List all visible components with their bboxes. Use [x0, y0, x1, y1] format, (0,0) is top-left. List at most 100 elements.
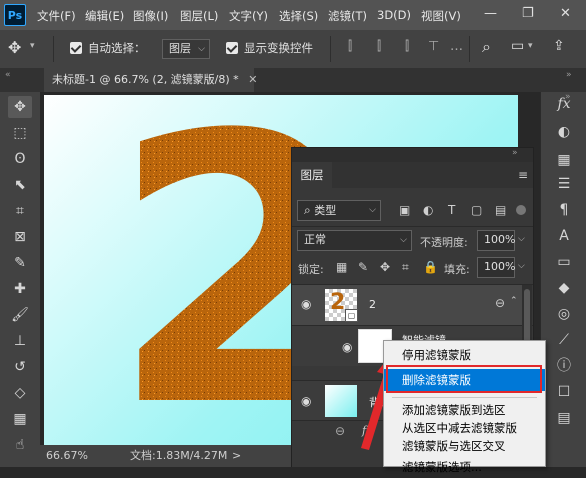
crop-tool-icon[interactable]: ⌗ — [8, 200, 32, 222]
lock-position-icon[interactable]: ✥ — [380, 260, 390, 274]
info-icon[interactable]: ⓘ — [552, 354, 576, 378]
smudge-tool-icon[interactable]: ☝ — [8, 434, 32, 456]
menu-file[interactable]: 文件(F) — [37, 8, 76, 24]
chevron-down-icon[interactable]: ⌵ — [518, 261, 525, 271]
layer-name[interactable]: 2 — [369, 298, 376, 311]
pixel-filter-icon[interactable]: ▣ — [399, 203, 410, 217]
filter-toggle[interactable] — [516, 205, 526, 215]
navigator-icon[interactable]: ☐ — [552, 380, 576, 404]
history-brush-tool-icon[interactable]: ↺ — [8, 356, 32, 378]
close-icon[interactable]: ✕ — [560, 6, 571, 21]
character-icon[interactable]: ¶ — [552, 198, 576, 222]
menu-filter[interactable]: 滤镜(T) — [328, 8, 367, 24]
photoshop-logo: Ps — [4, 4, 26, 26]
menu-view[interactable]: 视图(V) — [421, 8, 461, 24]
lasso-tool-icon[interactable]: ʘ — [8, 148, 32, 170]
eraser-tool-icon[interactable]: ◇ — [8, 382, 32, 404]
collapse-icon[interactable]: « — [5, 70, 11, 80]
zoom-level[interactable]: 66.67% — [46, 445, 88, 467]
restore-icon[interactable]: ❐ — [522, 6, 534, 21]
show-transform-checkbox[interactable] — [226, 42, 238, 54]
divider — [330, 36, 331, 62]
layers-panel-header[interactable]: » — [292, 148, 533, 162]
link-layers-icon[interactable]: ⊖ — [335, 424, 345, 438]
collapse-icon[interactable]: » — [512, 148, 518, 158]
adjustments-icon[interactable]: ◐ — [552, 120, 576, 144]
divider — [469, 36, 470, 62]
brush-tool-icon[interactable]: 🖌 — [8, 304, 32, 326]
menu-item-disable-filter-mask[interactable]: 停用滤镜蒙版 — [384, 344, 545, 366]
fx-icon[interactable]: fx — [552, 92, 576, 116]
layers-tab-bar: 图层 ≡ — [292, 162, 533, 188]
menu-edit[interactable]: 编辑(E) — [85, 8, 124, 24]
healing-tool-icon[interactable]: ✚ — [8, 278, 32, 300]
share-icon[interactable]: ⇪ — [553, 38, 565, 54]
minimize-icon[interactable]: — — [484, 6, 497, 21]
timeline-icon[interactable]: ▤ — [552, 406, 576, 430]
options-bar: ✥ ▾ 自动选择： 图层 ⌵ 显示变换控件 ⫿ ⫿ ⫿ ⊤ … ⌕ ▭ ▾ ⇪ — [0, 30, 586, 69]
history-icon[interactable]: ▭ — [552, 250, 576, 274]
chevron-up-icon[interactable]: ⌃ — [510, 296, 518, 306]
opacity-value: 100% — [484, 233, 516, 246]
eye-icon[interactable]: ◉ — [301, 394, 311, 408]
align-top-icon[interactable]: ⊤ — [428, 39, 439, 54]
align-right-icon[interactable]: ⫿ — [405, 39, 409, 54]
opacity-field[interactable]: 100% — [477, 230, 515, 251]
more-icon[interactable]: … — [450, 39, 463, 54]
expand-icon[interactable]: » — [566, 70, 572, 80]
blend-mode-dropdown[interactable]: 正常 ⌵ — [297, 230, 412, 251]
lock-transparent-icon[interactable]: ▦ — [336, 260, 347, 274]
panel-menu-icon[interactable]: ≡ — [518, 168, 528, 182]
status-menu-arrow[interactable]: > — [232, 445, 241, 467]
close-icon[interactable]: ✕ — [248, 73, 257, 86]
document-tab-bar: « 未标题-1 @ 66.7% (2, 滤镜蒙版/8) * ✕ » — [0, 68, 586, 92]
frame-tool-icon[interactable]: ⊠ — [8, 226, 32, 248]
move-tool-icon[interactable]: ✥ — [8, 96, 32, 118]
align-center-icon[interactable]: ⫿ — [377, 39, 381, 54]
type-filter-icon[interactable]: T — [448, 203, 455, 217]
layer-filter-dropdown[interactable]: ⌕ 类型 ⌵ — [297, 200, 381, 221]
chevron-down-icon: ⌵ — [400, 235, 407, 245]
menu-3d[interactable]: 3D(D) — [377, 8, 411, 22]
auto-select-target-dropdown[interactable]: 图层 ⌵ — [162, 39, 210, 59]
menu-item-intersect-mask-with-selection[interactable]: 滤镜蒙版与选区交叉 — [384, 435, 545, 457]
auto-select-checkbox[interactable] — [70, 42, 82, 54]
gradient-tool-icon[interactable]: ▦ — [8, 408, 32, 430]
layer-thumbnail-glyph: 2 — [330, 290, 346, 315]
tab-layers[interactable]: 图层 — [292, 162, 332, 188]
marquee-tool-icon[interactable]: ⬚ — [8, 122, 32, 144]
menu-type[interactable]: 文字(Y) — [229, 8, 268, 24]
channels-icon[interactable]: ◎ — [552, 302, 576, 326]
layer-row-2[interactable]: ◉ 2 ▢ 2 ⊖ ⌃ — [292, 285, 522, 325]
chevron-down-icon[interactable]: ▾ — [528, 41, 533, 51]
move-tool-icon[interactable]: ✥ — [8, 38, 21, 57]
eye-icon[interactable]: ◉ — [301, 297, 311, 311]
workspace-icon[interactable]: ▭ — [511, 38, 524, 54]
stamp-tool-icon[interactable]: ⊥ — [8, 330, 32, 352]
properties-icon[interactable]: ☰ — [552, 172, 576, 196]
layers-icon[interactable]: ◆ — [552, 276, 576, 300]
chevron-down-icon[interactable]: ▾ — [30, 41, 35, 51]
document-tab[interactable]: 未标题-1 @ 66.7% (2, 滤镜蒙版/8) * ✕ — [44, 68, 257, 92]
menu-item-filter-mask-options[interactable]: 滤镜蒙版选项... — [384, 456, 545, 478]
lock-all-icon[interactable]: 🔒 — [423, 260, 438, 274]
adjustment-filter-icon[interactable]: ◐ — [423, 203, 433, 217]
eyedropper-tool-icon[interactable]: ✎ — [8, 252, 32, 274]
chevron-down-icon[interactable]: ⌵ — [518, 234, 525, 244]
shape-filter-icon[interactable]: ▢ — [471, 203, 482, 217]
lock-pixels-icon[interactable]: ✎ — [358, 260, 368, 274]
paths-icon[interactable]: ⟋ — [552, 328, 576, 352]
swatches-icon[interactable]: ▦ — [552, 148, 576, 172]
menu-layer[interactable]: 图层(L) — [180, 8, 218, 24]
search-icon: ⌕ — [304, 203, 311, 217]
lock-artboard-icon[interactable]: ⌗ — [402, 260, 409, 275]
menu-select[interactable]: 选择(S) — [279, 8, 318, 24]
align-left-icon[interactable]: ⫿ — [348, 39, 352, 54]
search-icon[interactable]: ⌕ — [482, 37, 491, 57]
eye-icon[interactable]: ◉ — [342, 340, 352, 354]
smart-object-filter-icon[interactable]: ▤ — [495, 203, 506, 217]
fill-field[interactable]: 100% — [477, 257, 515, 278]
quick-select-tool-icon[interactable]: ⬉ — [8, 174, 32, 196]
glyphs-icon[interactable]: A — [552, 224, 576, 248]
menu-image[interactable]: 图像(I) — [133, 8, 168, 24]
